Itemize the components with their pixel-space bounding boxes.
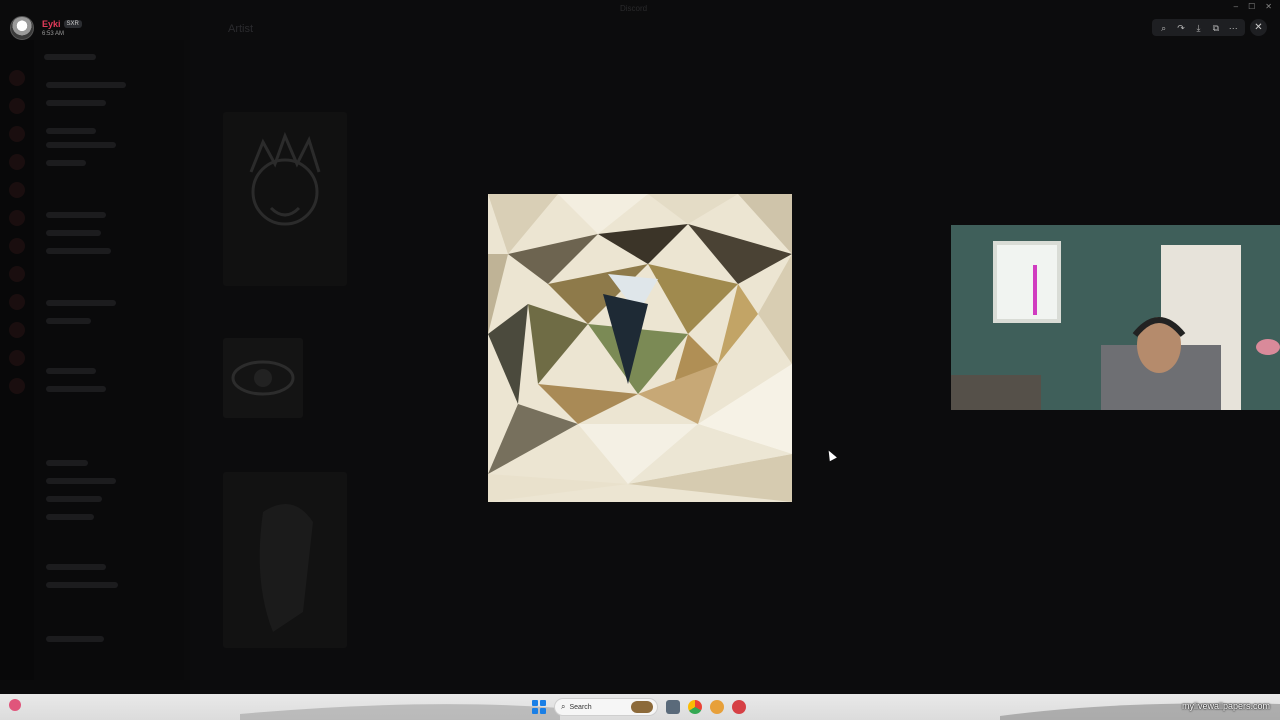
server-icon[interactable] bbox=[9, 350, 25, 366]
server-icon[interactable] bbox=[9, 210, 25, 226]
chrome-icon[interactable] bbox=[688, 700, 702, 714]
channel-list bbox=[34, 40, 184, 680]
message-image-eye[interactable] bbox=[223, 338, 303, 418]
channel-item[interactable] bbox=[46, 564, 106, 570]
server-icon[interactable] bbox=[9, 238, 25, 254]
server-icon[interactable] bbox=[9, 294, 25, 310]
channel-item[interactable] bbox=[46, 230, 101, 236]
timestamp: 6:53 AM bbox=[42, 31, 65, 37]
username[interactable]: Eyki bbox=[42, 19, 61, 29]
channel-item[interactable] bbox=[46, 460, 88, 466]
channel-header bbox=[44, 54, 96, 60]
app-icon[interactable] bbox=[710, 700, 724, 714]
channel-item[interactable] bbox=[46, 82, 126, 88]
image-viewer-toolbar: ⌕ ↷ ⤓ ⧉ ⋯ bbox=[1152, 19, 1245, 36]
taskbar-search[interactable]: ⌕ Search bbox=[554, 698, 658, 716]
channel-item[interactable] bbox=[46, 212, 106, 218]
download-icon[interactable]: ⤓ bbox=[1192, 22, 1204, 34]
webcam-overlay bbox=[951, 225, 1280, 410]
open-external-icon[interactable]: ⧉ bbox=[1210, 22, 1222, 34]
minimize-button[interactable]: – bbox=[1234, 2, 1238, 11]
watermark: mylivewallpapers.com bbox=[1181, 701, 1270, 711]
uploader-info: Eyki SXR 6:53 AM bbox=[10, 16, 82, 40]
server-tag-badge: SXR bbox=[63, 20, 82, 28]
more-icon[interactable]: ⋯ bbox=[1227, 22, 1239, 34]
channel-title: Artist bbox=[228, 23, 254, 35]
taskbar-center: ⌕ Search bbox=[532, 697, 746, 717]
search-highlight-icon bbox=[631, 701, 653, 713]
lowpoly-eye-image[interactable] bbox=[488, 194, 792, 502]
channel-item[interactable] bbox=[46, 128, 96, 134]
windows-start-icon[interactable] bbox=[532, 700, 546, 714]
channel-item[interactable] bbox=[46, 248, 111, 254]
channel-item[interactable] bbox=[46, 142, 116, 148]
server-icon[interactable] bbox=[9, 322, 25, 338]
channel-item[interactable] bbox=[46, 386, 106, 392]
channel-item[interactable] bbox=[46, 368, 96, 374]
server-icon[interactable] bbox=[9, 266, 25, 282]
channel-item[interactable] bbox=[46, 318, 91, 324]
channel-item[interactable] bbox=[46, 478, 116, 484]
server-icon[interactable] bbox=[9, 70, 25, 86]
window-title: Discord bbox=[620, 4, 648, 13]
app-icon-2[interactable] bbox=[732, 700, 746, 714]
server-list bbox=[0, 40, 34, 680]
server-icon[interactable] bbox=[9, 182, 25, 198]
channel-item[interactable] bbox=[46, 636, 104, 642]
message-image-sketch[interactable] bbox=[223, 112, 347, 286]
windows-taskbar: ⌕ Search bbox=[0, 694, 1280, 720]
channel-item[interactable] bbox=[46, 496, 102, 502]
window-controls: – ☐ ✕ bbox=[1234, 2, 1272, 11]
server-icon[interactable] bbox=[9, 154, 25, 170]
task-view-icon[interactable] bbox=[666, 700, 680, 714]
server-icon[interactable] bbox=[9, 126, 25, 142]
forward-icon[interactable]: ↷ bbox=[1175, 22, 1187, 34]
channel-item[interactable] bbox=[46, 160, 86, 166]
close-viewer-button[interactable]: ✕ bbox=[1250, 19, 1267, 36]
server-icon[interactable] bbox=[9, 98, 25, 114]
server-icon[interactable] bbox=[9, 378, 25, 394]
channel-item[interactable] bbox=[46, 582, 118, 588]
channel-item[interactable] bbox=[46, 100, 106, 106]
message-image-bird[interactable] bbox=[223, 472, 347, 648]
avatar[interactable] bbox=[10, 16, 34, 40]
channel-item[interactable] bbox=[46, 300, 116, 306]
zoom-icon[interactable]: ⌕ bbox=[1158, 22, 1170, 34]
search-placeholder: Search bbox=[569, 703, 592, 711]
window-close-button[interactable]: ✕ bbox=[1265, 2, 1272, 11]
channel-item[interactable] bbox=[46, 514, 94, 520]
maximize-button[interactable]: ☐ bbox=[1248, 2, 1255, 11]
widgets-icon[interactable] bbox=[9, 699, 21, 711]
search-icon: ⌕ bbox=[561, 702, 566, 711]
